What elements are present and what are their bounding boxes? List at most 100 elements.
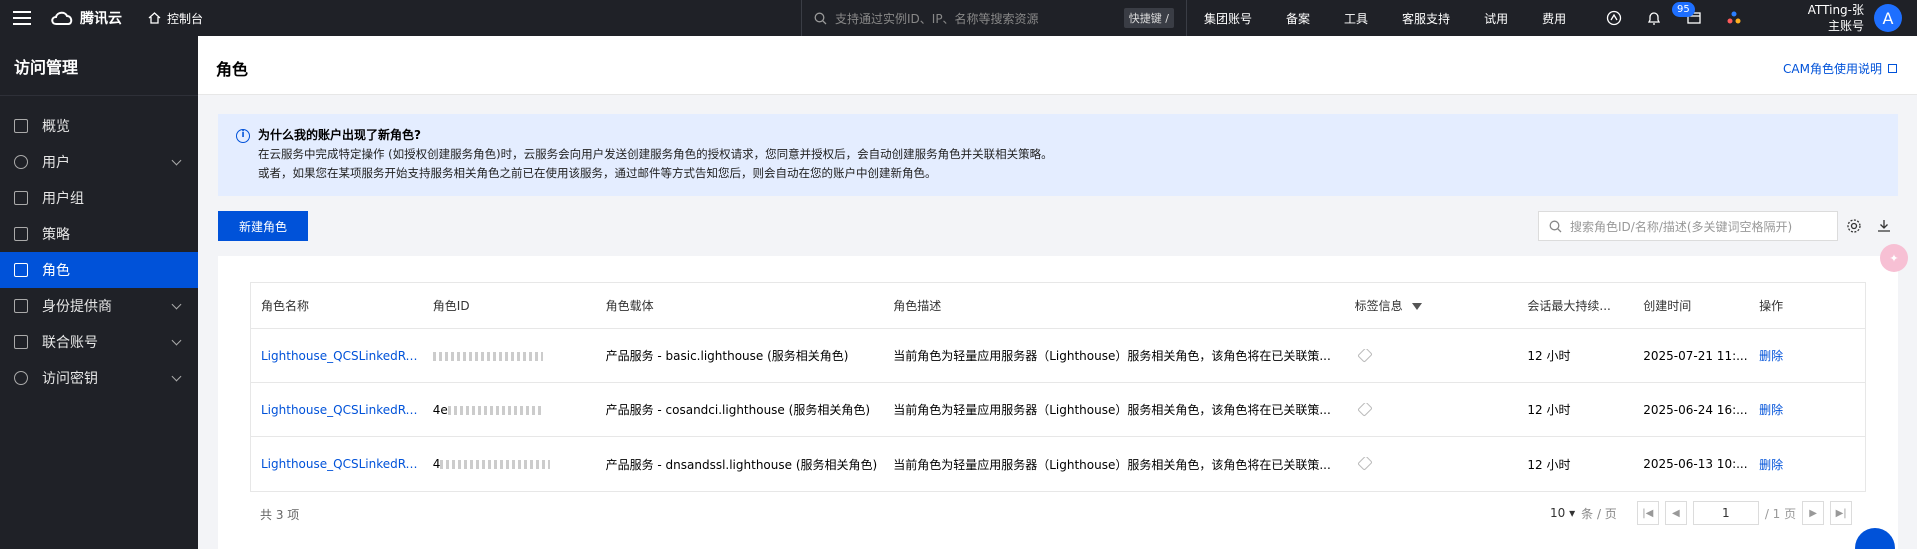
bell-icon[interactable]: [1646, 10, 1662, 26]
sidebar-item-label: 身份提供商: [42, 299, 112, 315]
session-duration: 12 小时: [1527, 457, 1571, 472]
sidebar-item-policies[interactable]: 策略: [0, 216, 198, 252]
sidebar-item-label: 联合账号: [42, 335, 98, 351]
top-links: 集团账号 备案 工具 客服支持 试用 费用: [1186, 0, 1583, 36]
prev-page-button[interactable]: ◀: [1664, 501, 1687, 525]
nav-link-billing[interactable]: 费用: [1525, 10, 1583, 27]
sidebar-item-access-keys[interactable]: 访问密钥: [0, 360, 198, 396]
delete-link[interactable]: 删除: [1749, 347, 1865, 364]
tag-icon[interactable]: [1356, 348, 1373, 363]
filter-icon[interactable]: [1412, 303, 1423, 310]
role-name-link[interactable]: Lighthouse_QCSLinkedRoleI: [251, 403, 423, 417]
next-page-button[interactable]: ▶: [1802, 501, 1825, 525]
role-name-link[interactable]: Lighthouse_QCSLinkedRoleI: [251, 457, 423, 471]
total-pages-label: / 1 页: [1764, 506, 1797, 521]
delete-link[interactable]: 删除: [1749, 456, 1865, 473]
sidebar-item-user-groups[interactable]: 用户组: [0, 180, 198, 216]
role-description: 当前角色为轻量应用服务器（Lighthouse）服务相关角色，该角色将在已关联策…: [893, 457, 1331, 472]
brand-logo[interactable]: 腾讯云: [50, 8, 122, 28]
role-description: 当前角色为轻量应用服务器（Lighthouse）服务相关角色，该角色将在已关联策…: [893, 403, 1331, 417]
gear-icon[interactable]: [1846, 218, 1862, 234]
global-search[interactable]: 支持通过实例ID、IP、名称等搜索资源 快捷键 /: [801, 0, 1186, 36]
page-number-input[interactable]: 1: [1692, 501, 1759, 525]
role-id-cell: [423, 349, 596, 363]
ai-assistant-icon[interactable]: [1606, 10, 1622, 26]
column-header-tags[interactable]: 标签信息: [1345, 297, 1518, 314]
nav-link-trial[interactable]: 试用: [1467, 10, 1525, 27]
column-header-name: 角色名称: [261, 299, 310, 313]
sidebar-item-label: 用户组: [42, 191, 84, 207]
column-header-carrier: 角色载体: [605, 299, 654, 313]
chevron-down-icon: [171, 299, 182, 310]
tag-icon[interactable]: [1356, 457, 1373, 471]
overview-icon: [14, 119, 28, 133]
nav-link-tools[interactable]: 工具: [1327, 10, 1385, 27]
last-page-button[interactable]: ▶|: [1830, 501, 1853, 525]
tag-cell: [1345, 457, 1518, 471]
nav-link-filing[interactable]: 备案: [1269, 10, 1327, 27]
page-size-select[interactable]: 10 ▾: [1550, 506, 1575, 520]
created-time: 2025-06-24 16:...: [1643, 402, 1748, 417]
roles-table: 角色名称 角色ID 角色载体 角色描述 标签信息 会话最大持续... 创建时间 …: [250, 282, 1866, 492]
role-id-cell: 4: [423, 457, 596, 471]
app-center-icon[interactable]: [1726, 10, 1742, 26]
session-duration: 12 小时: [1527, 403, 1571, 417]
user-icon: [14, 155, 28, 169]
redacted-id: [440, 460, 551, 469]
tag-cell: [1345, 402, 1518, 417]
account-name: ATTing-张: [1807, 3, 1864, 17]
sidebar-item-users[interactable]: 用户: [0, 144, 198, 180]
sidebar-item-federated-accounts[interactable]: 联合账号: [0, 324, 198, 360]
chevron-down-icon: [171, 155, 182, 166]
home-icon: [148, 12, 161, 24]
sidebar-item-label: 概览: [42, 119, 70, 135]
search-icon: [814, 12, 827, 24]
notice-line-1: 在云服务中完成特定操作 (如授权创建服务角色)时，云服务会向用户发送创建服务角色…: [258, 147, 1053, 161]
total-count: 共 3 项: [260, 508, 300, 522]
column-header-session: 会话最大持续...: [1527, 299, 1611, 313]
pagination: 10 ▾ 条 / 页 |◀ ◀ 1 / 1 页 ▶ ▶|: [1550, 500, 1853, 526]
nav-link-group-account[interactable]: 集团账号: [1187, 10, 1269, 27]
column-header-id: 角色ID: [432, 299, 470, 313]
sidebar-item-identity-providers[interactable]: 身份提供商: [0, 288, 198, 324]
create-role-button[interactable]: 新建角色: [218, 211, 308, 241]
sidebar-item-roles[interactable]: 角色: [0, 252, 198, 288]
page-size-value: 10: [1550, 506, 1566, 520]
notice-line-2: 或者，如果您在某项服务开始支持服务相关角色之前已在使用该服务，通过邮件等方式告知…: [258, 166, 937, 180]
tag-icon[interactable]: [1356, 402, 1373, 417]
table-row: Lighthouse_QCSLinkedRoleI 4 产品服务 - dnsan…: [251, 437, 1865, 491]
console-link[interactable]: 控制台: [148, 10, 203, 27]
doc-link-label: CAM角色使用说明: [1783, 62, 1882, 76]
role-id: 4e: [432, 402, 448, 417]
account-info[interactable]: ATTing-张 主账号: [1800, 2, 1864, 34]
created-time: 2025-06-13 10:...: [1643, 457, 1748, 471]
role-name-link[interactable]: Lighthouse_QCSLinkedRoleI: [251, 349, 423, 363]
column-header-description: 角色描述: [893, 299, 942, 313]
delete-link[interactable]: 删除: [1749, 401, 1865, 418]
table-row: Lighthouse_QCSLinkedRoleI 产品服务 - basic.l…: [251, 329, 1865, 383]
page-header: 角色 CAM角色使用说明: [198, 36, 1917, 95]
first-page-button[interactable]: |◀: [1636, 501, 1659, 525]
side-assistant-icon[interactable]: ✦: [1880, 244, 1908, 272]
doc-link[interactable]: CAM角色使用说明: [1783, 60, 1897, 77]
nav-link-support[interactable]: 客服支持: [1385, 10, 1467, 27]
sidebar-title: 访问管理: [0, 36, 198, 96]
sidebar: 访问管理 概览 用户 用户组 策略 角色 身份提供商 联合账号 访问密钥: [0, 36, 198, 549]
key-icon: [14, 371, 28, 385]
sidebar-item-label: 策略: [42, 227, 70, 243]
role-search-input[interactable]: 搜索角色ID/名称/描述(多关键词空格隔开): [1538, 211, 1838, 241]
column-header-created: 创建时间: [1643, 299, 1692, 313]
menu-icon[interactable]: [0, 0, 44, 36]
external-link-icon: [1888, 64, 1897, 73]
notice-title: 为什么我的账户出现了新角色?: [258, 128, 421, 142]
policy-icon: [14, 227, 28, 241]
brand-name: 腾讯云: [80, 11, 122, 27]
role-carrier: 产品服务 - cosandci.lighthouse (服务相关角色): [605, 403, 870, 417]
role-search-placeholder: 搜索角色ID/名称/描述(多关键词空格隔开): [1570, 219, 1793, 234]
tag-cell: [1345, 348, 1518, 363]
redacted-id: [447, 405, 543, 415]
download-icon[interactable]: [1876, 218, 1892, 234]
sidebar-item-label: 角色: [42, 263, 70, 279]
sidebar-item-overview[interactable]: 概览: [0, 108, 198, 144]
avatar[interactable]: A: [1874, 4, 1902, 32]
